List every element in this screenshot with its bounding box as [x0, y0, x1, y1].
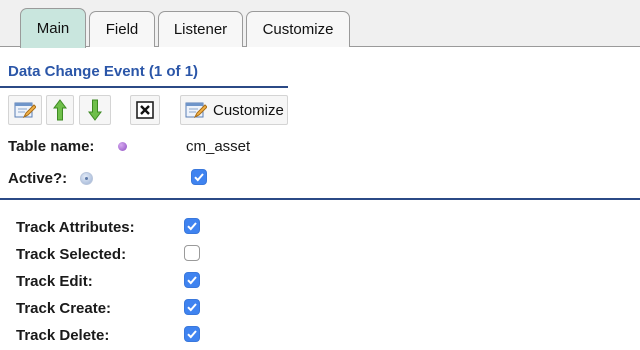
active-label: Active?: — [8, 170, 68, 187]
track-delete-label: Track Delete: — [16, 327, 110, 344]
track-attributes-label: Track Attributes: — [16, 219, 135, 236]
track-edit-label: Track Edit: — [16, 273, 93, 290]
delete-button[interactable] — [130, 95, 160, 125]
active-checkbox[interactable] — [191, 169, 207, 185]
checkmark-icon — [187, 222, 197, 231]
section-divider — [0, 198, 640, 200]
track-create-checkbox[interactable] — [184, 299, 200, 315]
checkmark-icon — [187, 276, 197, 285]
checkmark-icon — [187, 330, 197, 339]
form-title: Data Change Event (1 of 1) — [8, 63, 199, 80]
tab-customize[interactable]: Customize — [246, 11, 350, 47]
move-down-button[interactable] — [79, 95, 111, 125]
customize-label: Customize — [213, 101, 284, 119]
tab-field[interactable]: Field — [89, 11, 155, 47]
mandatory-indicator-icon — [118, 142, 127, 151]
arrow-down-icon — [88, 99, 102, 121]
edit-button[interactable] — [8, 95, 42, 125]
track-attributes-checkbox[interactable] — [184, 218, 200, 234]
checkmark-icon — [187, 303, 197, 312]
table-name-value[interactable]: cm_asset — [186, 138, 250, 155]
arrow-up-icon — [53, 99, 67, 121]
title-divider — [0, 86, 288, 88]
edit-icon — [14, 102, 36, 119]
tab-bar: Main Field Listener Customize — [0, 0, 640, 48]
track-selected-checkbox[interactable] — [184, 245, 200, 261]
tab-main[interactable]: Main — [20, 8, 86, 48]
track-create-label: Track Create: — [16, 300, 112, 317]
customize-icon — [185, 102, 207, 119]
delete-icon — [136, 101, 154, 119]
checkmark-icon — [194, 173, 204, 182]
track-edit-checkbox[interactable] — [184, 272, 200, 288]
table-name-label: Table name: — [8, 138, 95, 155]
customize-button[interactable]: Customize — [180, 95, 288, 125]
track-delete-checkbox[interactable] — [184, 326, 200, 342]
track-selected-label: Track Selected: — [16, 246, 127, 263]
info-icon[interactable] — [80, 172, 93, 185]
move-up-button[interactable] — [46, 95, 74, 125]
tab-listener[interactable]: Listener — [158, 11, 243, 47]
